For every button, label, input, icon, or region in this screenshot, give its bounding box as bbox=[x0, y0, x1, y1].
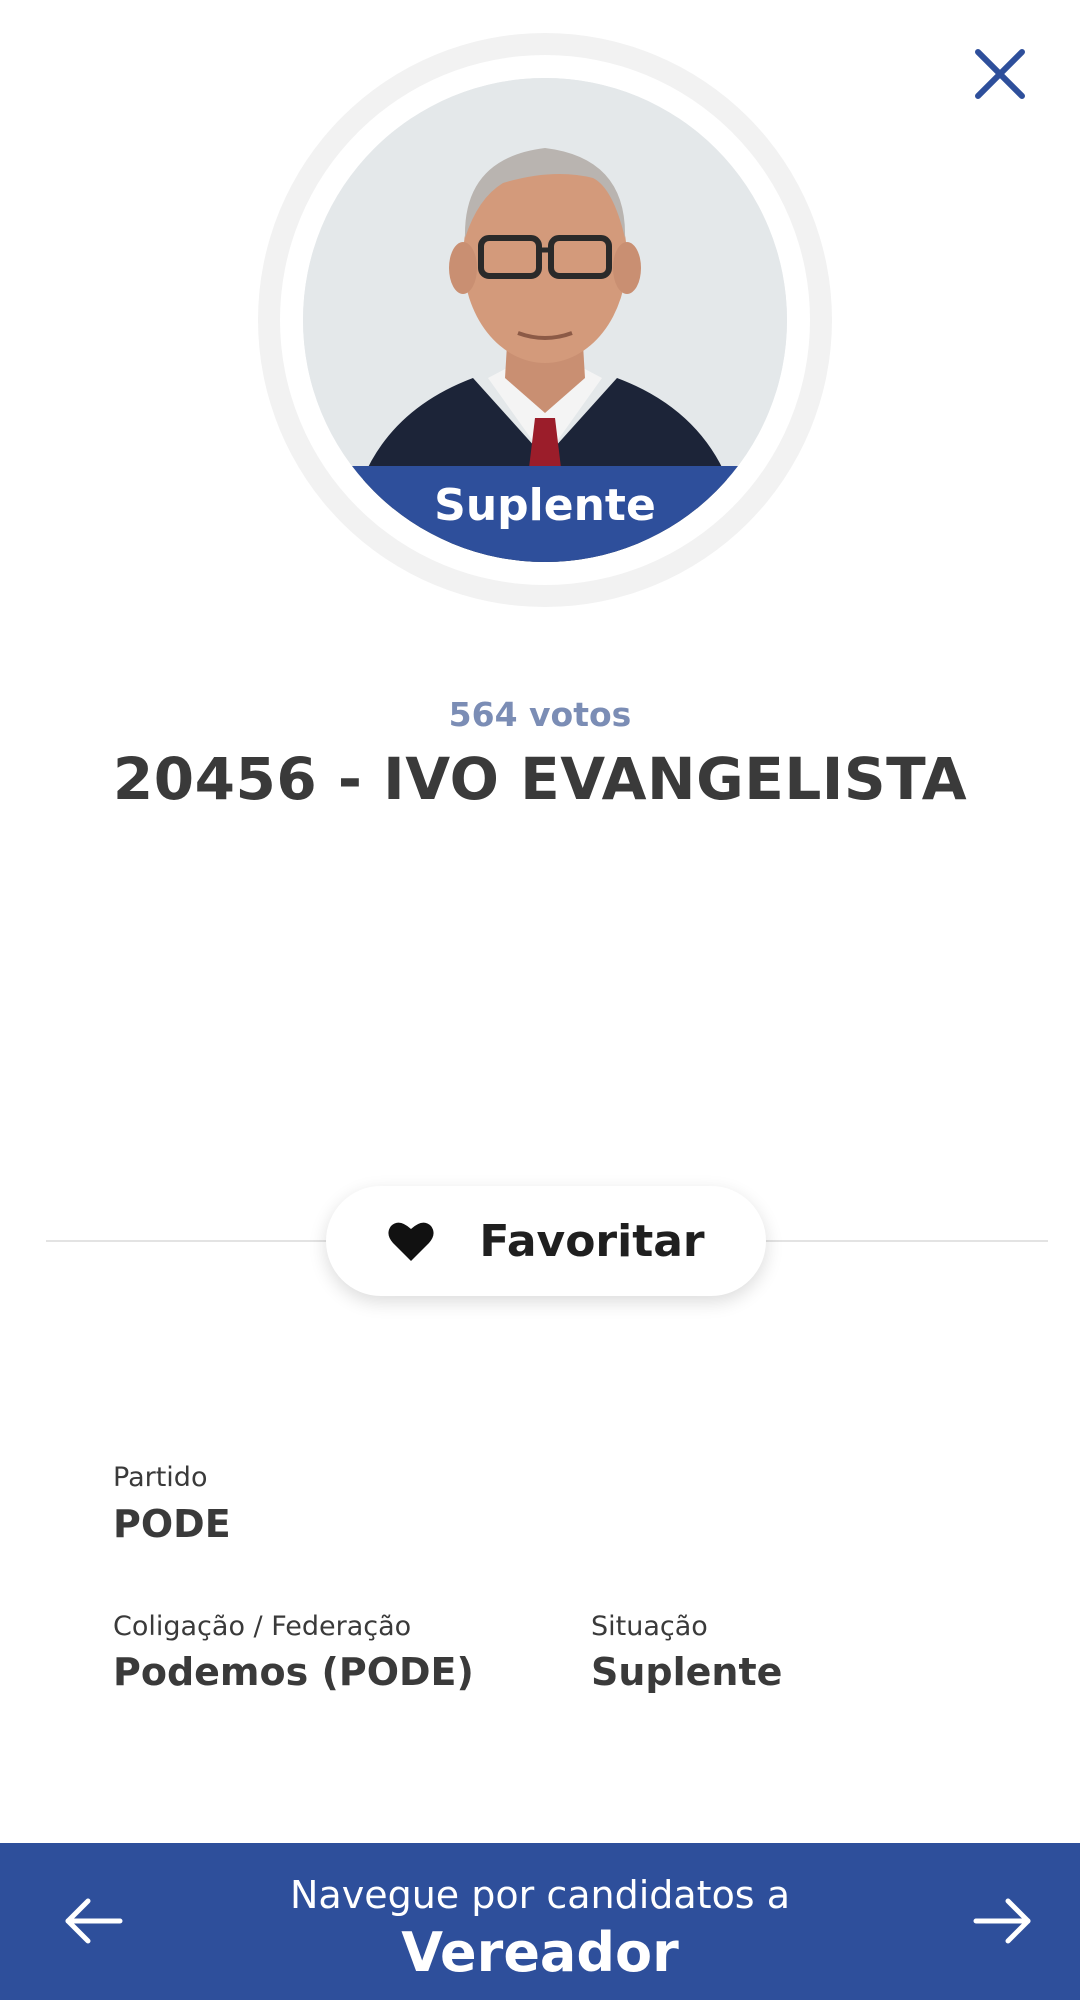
heart-icon bbox=[388, 1222, 434, 1261]
situation-label: Situação bbox=[591, 1611, 708, 1642]
arrow-right-icon bbox=[973, 1898, 1031, 1944]
next-candidate-button[interactable] bbox=[972, 1897, 1034, 1945]
favorite-button[interactable]: Favoritar bbox=[326, 1186, 766, 1296]
situation-value: Suplente bbox=[591, 1650, 783, 1694]
status-badge: Suplente bbox=[303, 466, 787, 562]
coalition-value: Podemos (PODE) bbox=[113, 1650, 474, 1694]
close-icon bbox=[975, 49, 1025, 99]
close-button[interactable] bbox=[970, 44, 1030, 104]
candidate-name: 20456 - IVO EVANGELISTA bbox=[112, 745, 968, 813]
party-label: Partido bbox=[113, 1462, 208, 1493]
candidate-photo: Suplente bbox=[303, 78, 787, 562]
vote-count: 564 votos bbox=[448, 695, 632, 734]
footer-title: Vereador bbox=[401, 1921, 679, 1984]
footer-subtitle: Navegue por candidatos a bbox=[290, 1873, 790, 1917]
favorite-label: Favoritar bbox=[479, 1215, 705, 1267]
footer-navigation: Navegue por candidatos a Vereador bbox=[0, 1843, 1080, 2000]
coalition-label: Coligação / Federação bbox=[113, 1611, 412, 1642]
party-value: PODE bbox=[113, 1502, 231, 1546]
